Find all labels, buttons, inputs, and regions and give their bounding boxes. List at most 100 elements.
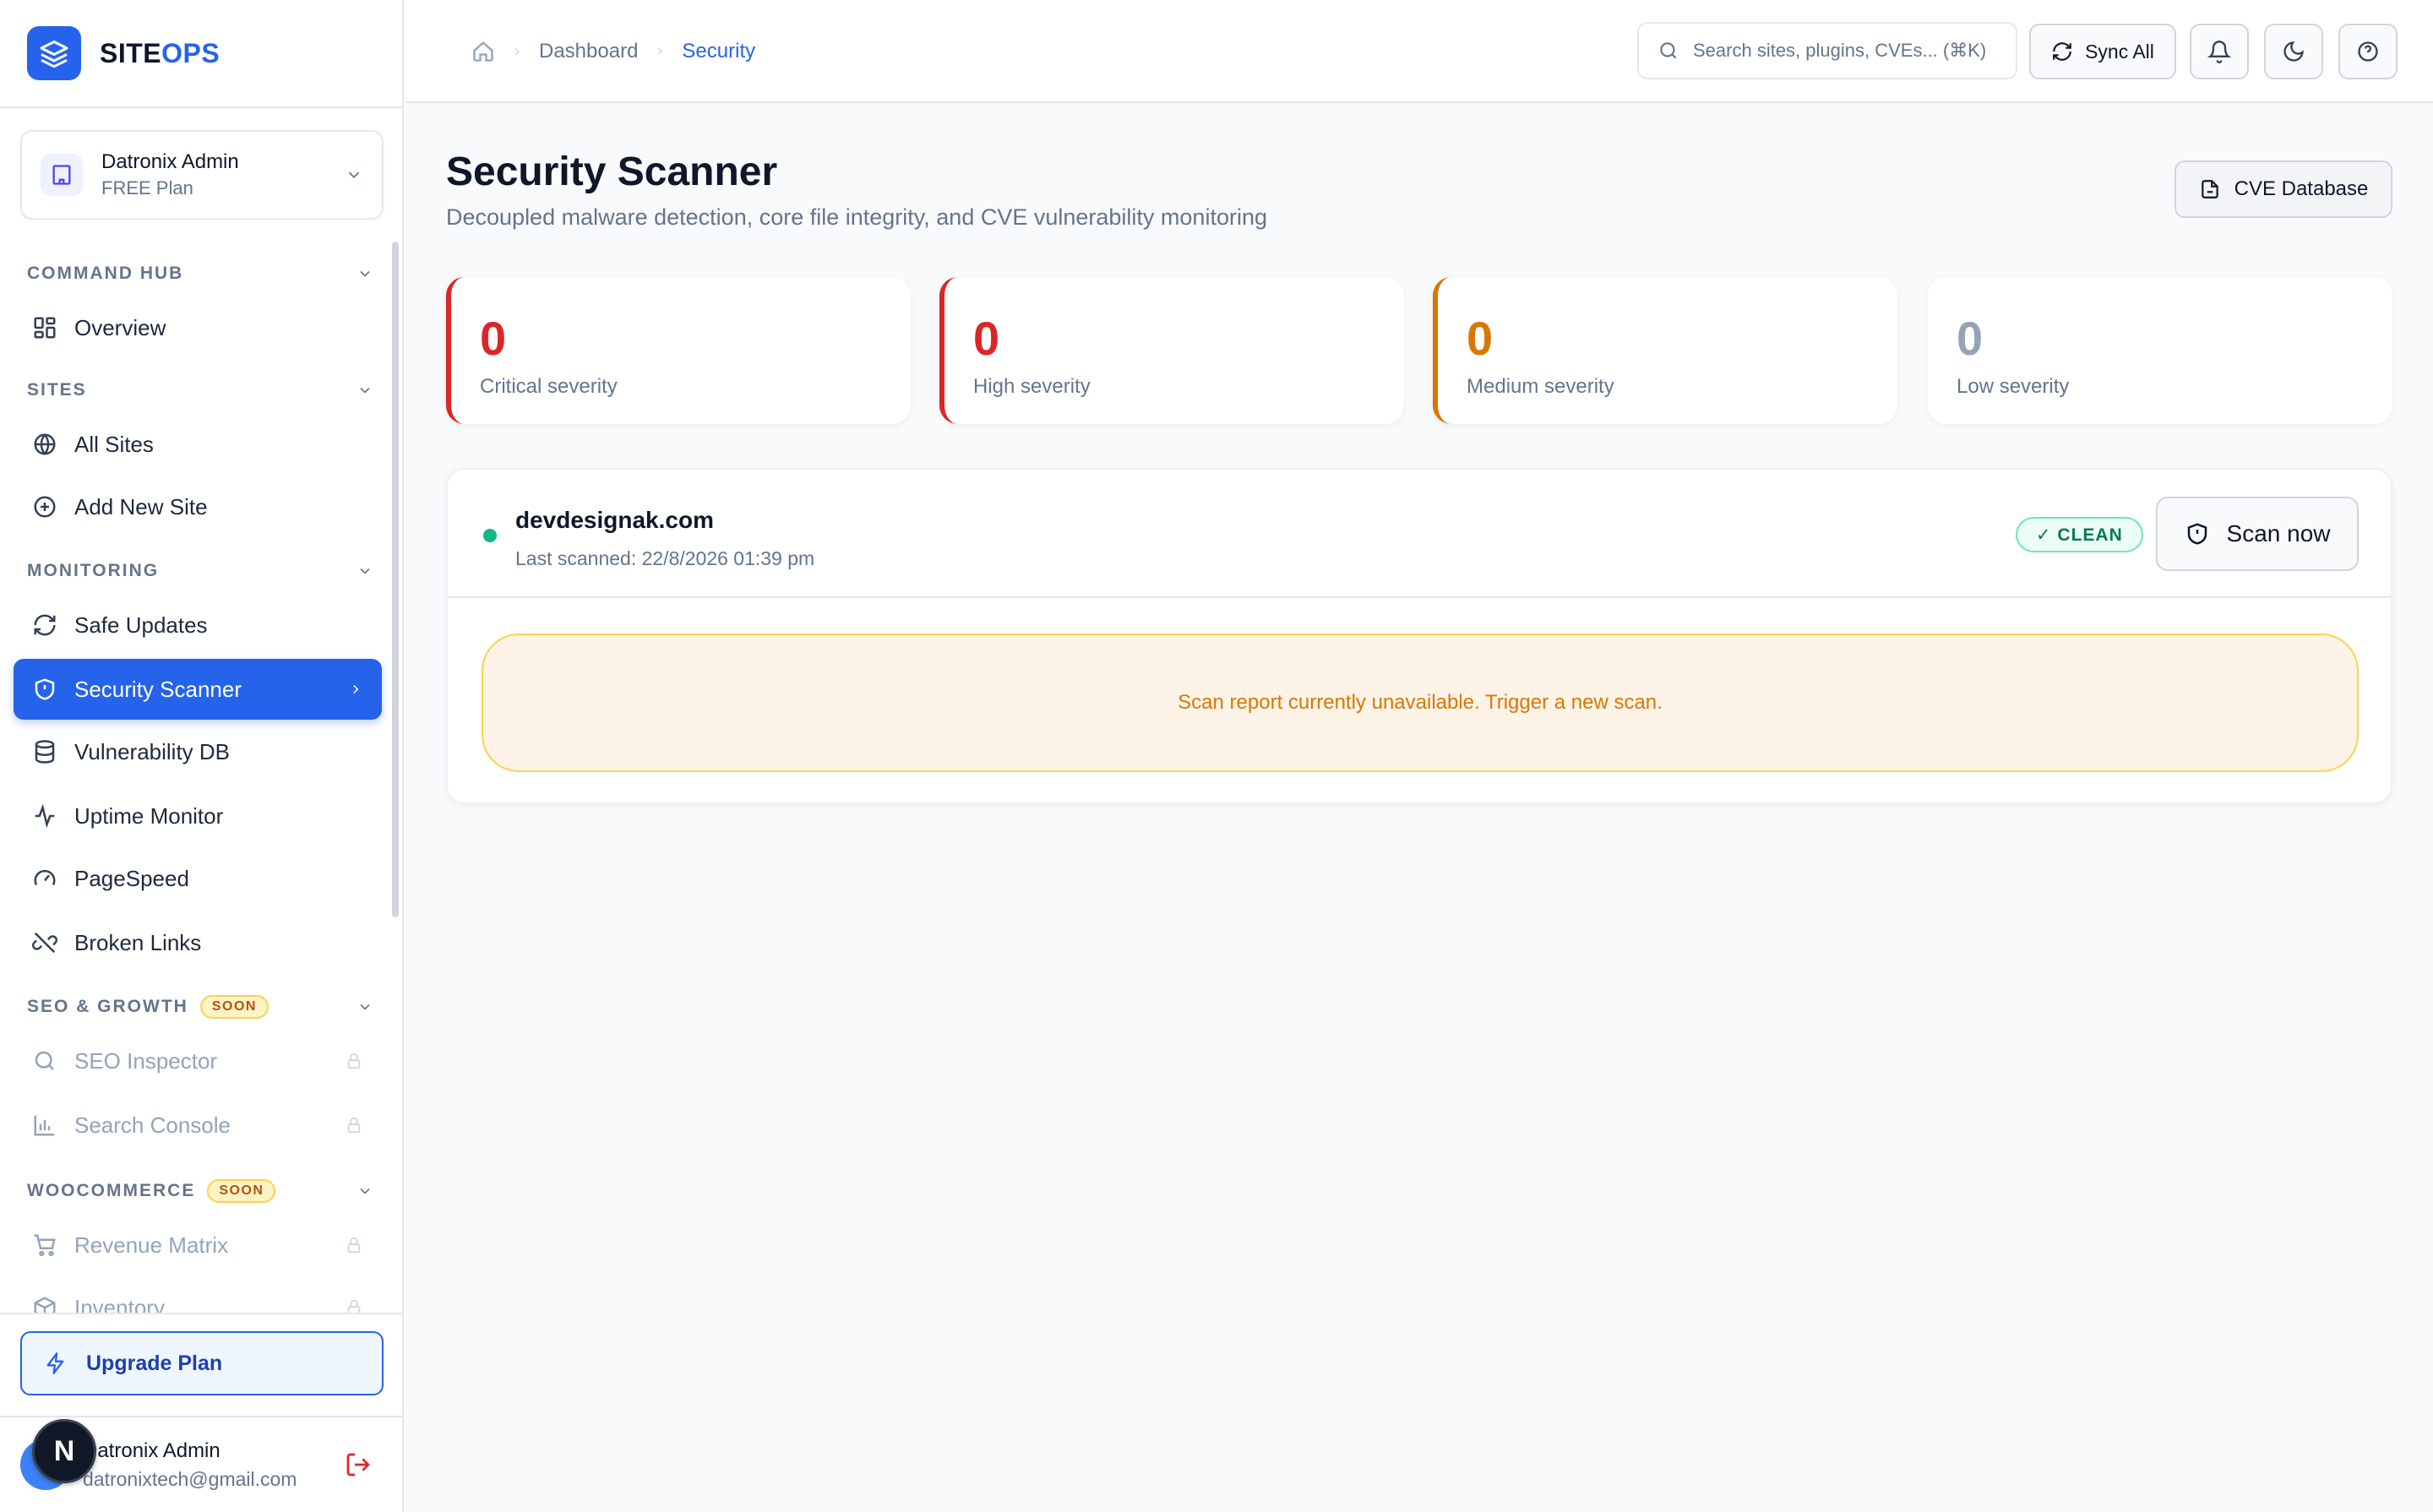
section-seo-growth[interactable]: SEO & GROWTH SOON	[27, 990, 373, 1024]
stat-low: 0 Low severity	[1928, 277, 2392, 424]
stat-medium: 0 Medium severity	[1433, 277, 1897, 424]
lock-icon	[347, 1052, 361, 1069]
upgrade-plan-button[interactable]: Upgrade Plan	[20, 1331, 384, 1395]
database-icon	[35, 740, 55, 764]
sync-all-button[interactable]: Sync All	[2029, 24, 2176, 79]
shield-icon	[2187, 523, 2207, 545]
stat-value: 0	[1467, 312, 1494, 365]
help-button[interactable]	[2338, 24, 2398, 79]
scan-report-warning: Scan report currently unavailable. Trigg…	[482, 634, 2359, 772]
lock-icon	[347, 1299, 361, 1313]
bar-chart-icon	[34, 1115, 55, 1136]
lock-icon	[347, 1237, 361, 1254]
chevron-down-icon	[360, 387, 370, 394]
org-switcher[interactable]: Datronix Admin FREE Plan	[20, 130, 384, 220]
sidebar-item-vulnerability-db[interactable]: Vulnerability DB	[14, 721, 382, 782]
stat-high: 0 High severity	[939, 277, 1404, 424]
sidebar: SITEOPS Datronix Admin FREE Plan COMMAND…	[0, 0, 404, 1512]
sidebar-item-add-new-site[interactable]: Add New Site	[14, 476, 382, 537]
scan-now-button[interactable]: Scan now	[2156, 497, 2359, 571]
broken-link-icon	[32, 932, 57, 954]
page-title: Security Scanner	[446, 150, 778, 194]
user-name: Datronix Admin	[83, 1439, 220, 1462]
plus-circle-icon	[34, 496, 56, 518]
chevron-down-icon	[360, 568, 370, 574]
section-monitoring[interactable]: MONITORING	[27, 554, 373, 588]
soon-badge: SOON	[199, 995, 269, 1019]
shield-icon	[35, 678, 55, 700]
help-icon	[2358, 41, 2378, 62]
refresh-icon	[2053, 42, 2071, 61]
sidebar-item-inventory[interactable]: Inventory	[14, 1277, 382, 1313]
cve-database-button[interactable]: CVE Database	[2174, 160, 2392, 218]
sidebar-item-all-sites[interactable]: All Sites	[14, 414, 382, 475]
search-icon	[35, 1051, 54, 1070]
lock-icon	[347, 1117, 361, 1134]
chevron-down-icon	[360, 1188, 370, 1194]
topbar: Dashboard Security Sync All	[406, 0, 2433, 103]
org-name: Datronix Admin	[101, 150, 239, 173]
building-icon	[41, 154, 83, 196]
sidebar-nav: COMMAND HUB Overview SITES All Sites Add…	[0, 242, 404, 1313]
site-scan-card: devdesignak.com Last scanned: 22/8/2026 …	[446, 468, 2392, 804]
sidebar-item-revenue-matrix[interactable]: Revenue Matrix	[14, 1215, 382, 1275]
stat-label: Low severity	[1957, 375, 2070, 398]
sidebar-item-search-console[interactable]: Search Console	[14, 1095, 382, 1156]
org-plan: FREE Plan	[101, 177, 193, 199]
chevron-right-icon	[353, 684, 359, 694]
brand-name: SITEOPS	[100, 37, 220, 68]
chevron-right-icon	[657, 47, 663, 56]
package-icon	[34, 1297, 56, 1313]
user-email: datronixtech@gmail.com	[83, 1467, 297, 1490]
file-icon	[2201, 180, 2218, 199]
soon-badge: SOON	[207, 1179, 276, 1203]
chevron-down-icon	[348, 171, 360, 179]
search-icon	[1660, 42, 1677, 59]
gauge-icon	[34, 869, 56, 886]
section-woocommerce[interactable]: WOOCOMMERCE SOON	[27, 1174, 373, 1208]
sidebar-item-seo-inspector[interactable]: SEO Inspector	[14, 1031, 382, 1091]
sidebar-item-security-scanner[interactable]: Security Scanner	[14, 659, 382, 720]
brand[interactable]: SITEOPS	[0, 0, 402, 108]
online-status-dot	[483, 529, 497, 542]
theme-toggle-button[interactable]	[2264, 24, 2323, 79]
home-icon[interactable]	[471, 40, 495, 63]
logout-icon[interactable]	[345, 1451, 372, 1478]
site-domain[interactable]: devdesignak.com	[515, 507, 714, 534]
section-command-hub[interactable]: COMMAND HUB	[27, 257, 373, 291]
sidebar-item-overview[interactable]: Overview	[14, 297, 382, 358]
sidebar-item-pagespeed[interactable]: PageSpeed	[14, 848, 382, 909]
layers-logo-icon	[27, 26, 81, 80]
lightning-icon	[46, 1352, 64, 1374]
page-subtitle: Decoupled malware detection, core file i…	[446, 204, 1267, 230]
stat-critical: 0 Critical severity	[446, 277, 911, 424]
stat-label: High severity	[973, 375, 1091, 398]
status-badge: ✓ CLEAN	[2016, 517, 2143, 552]
site-scan-header: devdesignak.com Last scanned: 22/8/2026 …	[448, 470, 2391, 598]
globe-icon	[34, 433, 56, 455]
chevron-right-icon	[514, 47, 520, 56]
next-dev-badge[interactable]: N	[32, 1419, 96, 1483]
notifications-button[interactable]	[2190, 24, 2249, 79]
breadcrumb-current: Security	[682, 40, 756, 63]
activity-icon	[35, 803, 55, 829]
breadcrumb-dashboard[interactable]: Dashboard	[539, 40, 638, 63]
bell-icon	[2207, 41, 2231, 63]
sidebar-item-safe-updates[interactable]: Safe Updates	[14, 595, 382, 655]
stat-label: Critical severity	[480, 375, 618, 398]
breadcrumb: Dashboard Security	[471, 0, 755, 103]
global-search[interactable]	[1637, 22, 2017, 79]
cart-icon	[34, 1234, 56, 1257]
section-sites[interactable]: SITES	[27, 373, 373, 407]
chevron-down-icon	[360, 270, 370, 277]
sidebar-item-uptime-monitor[interactable]: Uptime Monitor	[14, 786, 382, 846]
search-input[interactable]	[1693, 40, 1997, 62]
stat-value: 0	[480, 312, 507, 365]
stat-label: Medium severity	[1467, 375, 1614, 398]
sidebar-footer-divider	[0, 1313, 404, 1314]
sidebar-item-broken-links[interactable]: Broken Links	[14, 912, 382, 973]
refresh-icon	[34, 614, 56, 636]
grid-icon	[34, 317, 56, 339]
moon-icon	[2283, 41, 2304, 62]
last-scanned: Last scanned: 22/8/2026 01:39 pm	[515, 547, 815, 569]
